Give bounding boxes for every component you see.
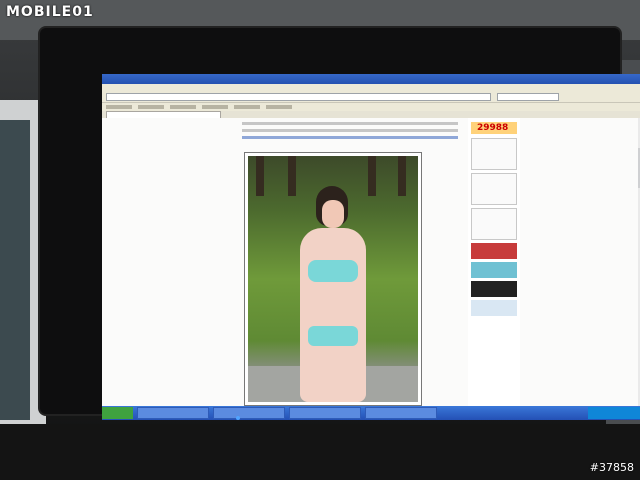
monitor-bezel: 29988 (40, 28, 640, 420)
start-button[interactable] (102, 407, 133, 419)
tree-trunk (368, 156, 376, 196)
article-photo (248, 156, 418, 402)
photo-scene: 29988 MOBILE01 #37858 (0, 0, 640, 480)
search-box[interactable] (497, 93, 559, 101)
favorite-item[interactable] (138, 105, 164, 109)
model-body (300, 228, 366, 402)
monitor-screen: 29988 (102, 74, 640, 420)
side-monitor-screen (0, 120, 30, 420)
favorite-item[interactable] (234, 105, 260, 109)
ad-banner[interactable] (471, 300, 517, 316)
ad-banner[interactable] (471, 262, 517, 278)
article-column (240, 118, 460, 406)
photo-id: #37858 (589, 461, 634, 474)
tree-trunk (288, 156, 296, 196)
swimsuit-top (308, 260, 358, 282)
page-sidebar: 29988 (468, 118, 520, 406)
browser-address-bar (102, 92, 640, 103)
sidebar-box (471, 138, 517, 170)
ad-banner[interactable] (471, 281, 517, 297)
article-photo-frame (244, 152, 422, 406)
tree-trunk (398, 156, 406, 196)
system-tray (588, 407, 640, 419)
taskbar-item[interactable] (137, 407, 209, 419)
swimsuit-bottom (308, 326, 358, 346)
watermark: MOBILE01 (6, 4, 94, 20)
favorite-item[interactable] (106, 105, 132, 109)
browser-title-bar (102, 74, 640, 84)
tree-trunk (256, 156, 264, 196)
browser-menu-bar (102, 84, 640, 92)
favorite-item[interactable] (266, 105, 292, 109)
taskbar-item[interactable] (289, 407, 361, 419)
favorite-item[interactable] (202, 105, 228, 109)
promo-banner[interactable]: 29988 (471, 122, 517, 134)
url-field[interactable] (106, 93, 491, 101)
windows-taskbar (102, 406, 640, 420)
taskbar-item[interactable] (213, 407, 285, 419)
taskbar-item[interactable] (365, 407, 437, 419)
text-line (242, 122, 458, 125)
text-line (242, 129, 458, 132)
favorite-item[interactable] (170, 105, 196, 109)
power-led (236, 416, 240, 420)
ad-banner[interactable] (471, 243, 517, 259)
desk (0, 424, 640, 480)
link-line[interactable] (242, 136, 458, 139)
sidebar-box (471, 173, 517, 205)
web-page: 29988 (102, 118, 640, 406)
sidebar-search-box[interactable] (471, 208, 517, 240)
model-face (322, 200, 344, 228)
favorites-bar (102, 103, 640, 111)
